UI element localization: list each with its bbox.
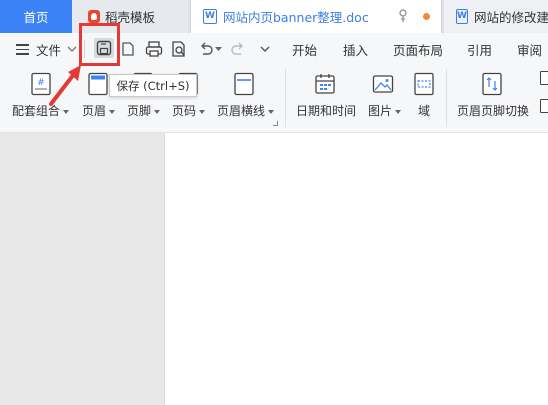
field-button[interactable]: 域 xyxy=(412,65,440,133)
menu-start[interactable]: 开始 xyxy=(292,33,317,65)
docer-logo-icon xyxy=(88,10,100,23)
word-doc-icon: W xyxy=(203,9,217,24)
switch-header-footer-button[interactable]: 页眉页脚切换 xyxy=(455,65,535,133)
ribbon-separator xyxy=(446,69,447,127)
menu-start-label: 开始 xyxy=(292,42,318,58)
tab-home-label: 首页 xyxy=(23,10,49,25)
prev-section-icon[interactable] xyxy=(540,71,548,85)
dropdown-caret-icon xyxy=(63,109,70,114)
header-line-label: 页眉横线 xyxy=(217,104,266,118)
switch-header-footer-icon xyxy=(482,72,502,96)
menu-page-layout[interactable]: 页面布局 xyxy=(393,33,443,65)
menu-insert-label: 插入 xyxy=(343,42,369,58)
red-arrow-icon xyxy=(49,65,81,106)
date-time-button[interactable]: 日期和时间 xyxy=(294,65,358,133)
tab-home[interactable]: 首页 xyxy=(0,0,72,33)
header-line-button[interactable]: 页眉横线 xyxy=(215,65,277,133)
tab-document-label: 网站内页banner整理.doc xyxy=(223,10,369,25)
document-page[interactable] xyxy=(164,133,548,405)
undo-dropdown-icon[interactable] xyxy=(215,47,222,52)
tab-document-2[interactable]: W 网站的修改建议 xyxy=(444,0,548,33)
save-tooltip: 保存 (Ctrl+S) xyxy=(109,74,197,97)
undo-icon[interactable] xyxy=(197,40,215,58)
tab-document-2-label: 网站的修改建议 xyxy=(473,10,548,25)
header-icon xyxy=(88,72,108,96)
calendar-icon xyxy=(315,74,335,94)
pin-icon[interactable] xyxy=(398,9,408,23)
field-label: 域 xyxy=(418,104,431,118)
date-time-label: 日期和时间 xyxy=(296,104,357,118)
redo-icon[interactable] xyxy=(229,40,247,58)
file-menu[interactable]: 文件 xyxy=(36,33,61,65)
hamburger-icon[interactable] xyxy=(16,44,29,55)
dropdown-caret-icon xyxy=(154,109,161,114)
picture-label: 图片 xyxy=(368,104,393,118)
menu-review-label: 审阅 xyxy=(517,42,543,58)
header-line-icon xyxy=(234,72,254,96)
save-tooltip-text: 保存 (Ctrl+S) xyxy=(116,78,190,93)
menu-reference[interactable]: 引用 xyxy=(467,33,492,65)
picture-icon xyxy=(372,75,394,93)
dropdown-caret-icon xyxy=(199,109,206,114)
dropdown-caret-icon xyxy=(268,109,275,114)
print-icon[interactable] xyxy=(145,40,163,58)
print-preview-icon[interactable] xyxy=(170,40,188,58)
next-section-icon[interactable] xyxy=(540,99,548,113)
field-icon xyxy=(414,72,434,96)
more-dropdown-icon[interactable] xyxy=(256,40,274,58)
switch-header-footer-label: 页眉页脚切换 xyxy=(457,104,530,118)
file-menu-label: 文件 xyxy=(36,42,62,58)
picture-button[interactable]: 图片 xyxy=(366,65,406,133)
menu-insert[interactable]: 插入 xyxy=(343,33,368,65)
svg-text:#: # xyxy=(37,78,45,88)
export-icon[interactable] xyxy=(119,40,137,58)
dropdown-caret-icon xyxy=(395,109,402,114)
menu-review[interactable]: 审阅 xyxy=(517,33,542,65)
footer-label: 页脚 xyxy=(127,104,152,118)
chevron-down-icon[interactable] xyxy=(67,46,77,53)
highlight-box xyxy=(79,23,120,66)
page-number-label: 页码 xyxy=(172,104,197,118)
word-doc-icon: W xyxy=(456,9,468,24)
unsaved-dot-icon xyxy=(423,13,430,20)
dropdown-caret-icon xyxy=(109,109,116,114)
ribbon-separator xyxy=(285,69,286,127)
menu-page-layout-label: 页面布局 xyxy=(393,42,444,58)
menu-reference-label: 引用 xyxy=(467,42,493,58)
group-dialog-launcher-icon[interactable] xyxy=(273,121,278,126)
